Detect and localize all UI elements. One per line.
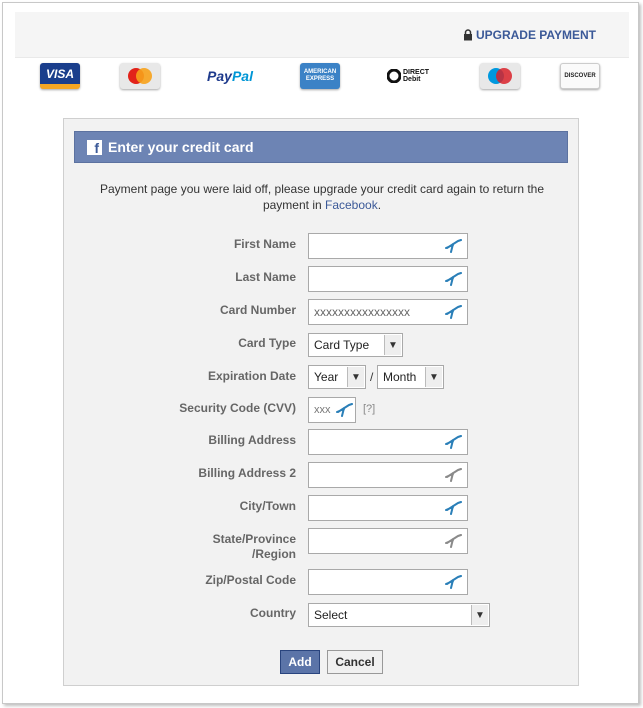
direct-debit-logo: DIRECT Debit bbox=[380, 63, 440, 89]
month-select[interactable]: Month ▼ bbox=[377, 365, 444, 389]
last-name-input[interactable] bbox=[308, 266, 468, 292]
country-label: Country bbox=[250, 606, 296, 620]
pen-icon bbox=[445, 239, 462, 253]
panel-title: Enter your credit card bbox=[108, 139, 254, 155]
pen-icon bbox=[445, 272, 462, 286]
card-number-input[interactable]: xxxxxxxxxxxxxxxx bbox=[308, 299, 468, 325]
pen-icon bbox=[445, 575, 462, 589]
maestro-logo bbox=[480, 63, 520, 89]
city-label: City/Town bbox=[239, 499, 296, 513]
chevron-down-icon: ▼ bbox=[425, 367, 442, 387]
zip-label: Zip/Postal Code bbox=[205, 573, 296, 587]
amex-logo: AMERICAN EXPRESS bbox=[300, 63, 340, 89]
mastercard-logo bbox=[120, 63, 160, 89]
cvv-help-link[interactable]: [?] bbox=[363, 403, 375, 415]
city-input[interactable] bbox=[308, 495, 468, 521]
pen-icon bbox=[445, 501, 462, 515]
panel-header: f Enter your credit card bbox=[74, 131, 568, 163]
state-label: State/Province/Region bbox=[212, 532, 296, 561]
cvv-input[interactable]: xxx bbox=[308, 397, 356, 423]
upgrade-payment-link[interactable]: UPGRADE PAYMENT bbox=[463, 28, 596, 42]
top-bar: UPGRADE PAYMENT bbox=[15, 12, 629, 58]
first-name-input[interactable] bbox=[308, 233, 468, 259]
chevron-down-icon: ▼ bbox=[471, 605, 488, 625]
card-number-label: Card Number bbox=[219, 303, 296, 317]
billing-address-2-label: Billing Address 2 bbox=[198, 466, 296, 480]
facebook-icon: f bbox=[87, 139, 102, 155]
paypal-logo: Pay Pal bbox=[207, 68, 253, 84]
zip-input[interactable] bbox=[308, 569, 468, 595]
cancel-button[interactable]: Cancel bbox=[327, 650, 383, 674]
card-type-label: Card Type bbox=[238, 336, 296, 350]
billing-address-label: Billing Address bbox=[208, 433, 296, 447]
state-input[interactable] bbox=[308, 528, 468, 554]
billing-address-input[interactable] bbox=[308, 429, 468, 455]
billing-address-2-input[interactable] bbox=[308, 462, 468, 488]
chevron-down-icon: ▼ bbox=[347, 367, 364, 387]
credit-card-panel: f Enter your credit card Payment page yo… bbox=[63, 118, 579, 686]
upgrade-payment-label: UPGRADE PAYMENT bbox=[475, 28, 596, 42]
cvv-label: Security Code (CVV) bbox=[179, 401, 296, 415]
date-separator: / bbox=[370, 370, 374, 384]
discover-logo: DISCOVER bbox=[560, 63, 600, 89]
first-name-label: First Name bbox=[233, 237, 296, 251]
pen-icon bbox=[445, 435, 462, 449]
pen-icon bbox=[336, 403, 353, 417]
facebook-link[interactable]: Facebook bbox=[325, 198, 378, 212]
lock-icon bbox=[463, 29, 472, 41]
payment-methods-bar: VISA Pay Pal AMERICAN EXPRESS DIRECT Debi… bbox=[40, 60, 600, 92]
card-type-select[interactable]: Card Type ▼ bbox=[308, 333, 403, 357]
chevron-down-icon: ▼ bbox=[384, 335, 401, 355]
add-button[interactable]: Add bbox=[280, 650, 320, 674]
visa-logo: VISA bbox=[40, 63, 80, 89]
pen-icon bbox=[445, 534, 462, 548]
expiration-date-label: Expiration Date bbox=[207, 369, 296, 383]
pen-icon bbox=[445, 468, 462, 482]
intro-text: Payment page you were laid off, please u… bbox=[99, 182, 545, 212]
pen-icon bbox=[445, 305, 462, 319]
last-name-label: Last Name bbox=[235, 270, 296, 284]
country-select[interactable]: Select ▼ bbox=[308, 603, 490, 627]
year-select[interactable]: Year ▼ bbox=[308, 365, 366, 389]
